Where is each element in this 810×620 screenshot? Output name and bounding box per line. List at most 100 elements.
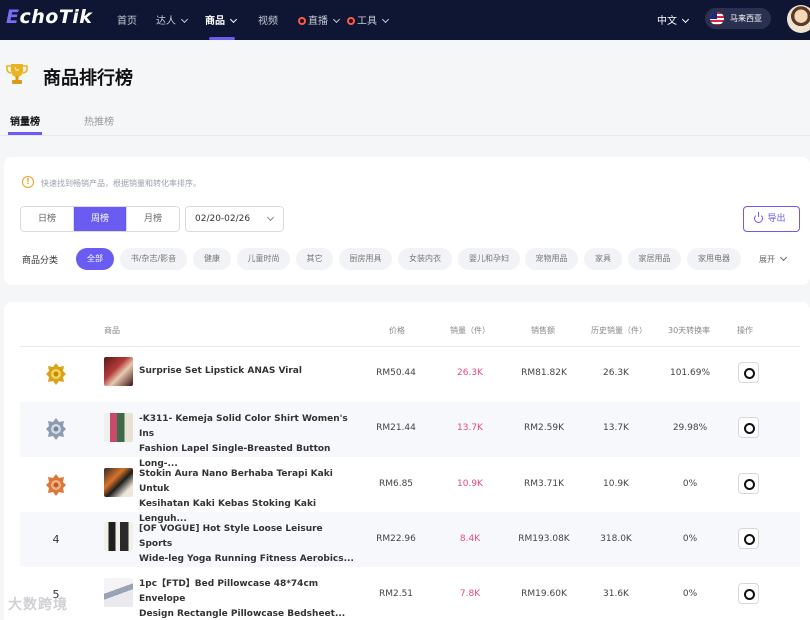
avatar[interactable]: [787, 5, 810, 33]
product-action-button[interactable]: [738, 417, 759, 438]
rank-number: 4: [52, 533, 60, 546]
product-action-button[interactable]: [738, 583, 759, 604]
history-sales-cell: 10.9K: [603, 479, 629, 489]
column-header-actions: 操作: [737, 326, 753, 335]
column-header-history-sales[interactable]: 历史销量（件）: [591, 325, 647, 336]
malaysia-flag-icon: [710, 12, 724, 25]
trophy-icon: [6, 64, 28, 84]
category-chip-furniture[interactable]: 家具: [584, 248, 622, 270]
revenue-cell: RM193.08K: [518, 534, 570, 544]
nav-live[interactable]: 直播: [298, 12, 341, 27]
column-header-conversion[interactable]: 30天转换率: [668, 325, 710, 336]
sales-cell: 7.8K: [459, 589, 481, 599]
sales-cell: 13.7K: [457, 423, 483, 433]
revenue-cell: RM19.60K: [521, 589, 567, 599]
column-header-price: 价格: [389, 326, 405, 335]
product-action-button[interactable]: [738, 362, 759, 383]
chevron-down-icon: [779, 253, 788, 262]
product-thumbnail[interactable]: [104, 578, 133, 607]
filter-tip: 快速找到畅销产品，根据销量和转化率排序。: [41, 179, 201, 188]
revenue-cell: RM2.59K: [524, 423, 564, 433]
period-monthly-button[interactable]: 月榜: [126, 207, 179, 231]
product-thumbnail[interactable]: [104, 357, 133, 386]
price-cell: RM2.51: [378, 589, 414, 599]
price-cell: RM22.96: [376, 534, 416, 544]
category-chip-all[interactable]: 全部: [76, 248, 114, 270]
export-button[interactable]: 导出: [743, 206, 800, 232]
product-name-link[interactable]: -K311- Kemeja Solid Color Shirt Women's …: [139, 412, 355, 472]
category-chip-home[interactable]: 家居用品: [628, 248, 681, 270]
chevron-down-icon: [681, 15, 690, 24]
history-sales-cell: 26.3K: [603, 368, 629, 378]
product-thumbnail[interactable]: [104, 468, 133, 497]
chevron-down-icon: [381, 15, 390, 24]
column-header-sales[interactable]: 销量（件）: [450, 325, 490, 336]
tools-icon: [347, 17, 355, 25]
nav-products[interactable]: 商品: [205, 12, 238, 27]
sales-cell: 26.3K: [457, 368, 483, 378]
conversion-cell: 101.69%: [669, 368, 711, 378]
tabs-divider: [0, 135, 810, 136]
gold-rank-badge-icon: [46, 363, 66, 385]
tab-hot-ranking[interactable]: 热推榜: [84, 113, 114, 128]
info-icon: !: [22, 176, 34, 188]
conversion-cell: 0%: [682, 589, 698, 599]
export-icon: [754, 212, 763, 223]
conversion-cell: 0%: [682, 534, 698, 544]
silver-rank-badge-icon: [46, 418, 66, 440]
product-name-link[interactable]: Stokin Aura Nano Berhaba Terapi Kaki Unt…: [139, 467, 355, 527]
category-chip-health[interactable]: 健康: [193, 248, 231, 270]
category-chip-pet[interactable]: 宠物用品: [525, 248, 578, 270]
product-action-button[interactable]: [738, 473, 759, 494]
bronze-rank-badge-icon: [46, 474, 66, 496]
chevron-down-icon: [332, 15, 341, 24]
revenue-cell: RM3.71K: [524, 479, 564, 489]
column-header-revenue[interactable]: 销售额: [531, 325, 555, 336]
tab-sales-ranking[interactable]: 销量榜: [10, 113, 40, 128]
nav-influencers[interactable]: 达人: [156, 12, 189, 27]
live-icon: [298, 17, 306, 25]
product-thumbnail[interactable]: [104, 413, 133, 442]
conversion-cell: 29.98%: [672, 423, 708, 433]
product-name-link[interactable]: [OF VOGUE] Hot Style Loose Leisure Sport…: [139, 522, 355, 567]
sales-cell: 8.4K: [459, 534, 481, 544]
ranking-table: [4, 302, 810, 620]
chevron-down-icon: [266, 213, 275, 222]
category-chip-appliances[interactable]: 家用电器: [687, 248, 741, 270]
sales-cell: 10.9K: [457, 479, 483, 489]
product-name-link[interactable]: 1pc【FTD】Bed Pillowcase 48*74cm Envelope …: [139, 577, 355, 620]
watermark: 大数跨境: [8, 597, 68, 613]
language-selector[interactable]: 中文: [657, 12, 690, 27]
category-label: 商品分类: [22, 256, 59, 266]
history-sales-cell: 31.6K: [603, 589, 629, 599]
product-action-button[interactable]: [738, 528, 759, 549]
history-sales-cell: 13.7K: [603, 423, 629, 433]
category-chip-baby-maternity[interactable]: 婴儿和孕妇: [458, 248, 520, 270]
period-daily-button[interactable]: 日榜: [21, 207, 73, 231]
category-chip-kitchen[interactable]: 厨房用具: [339, 248, 392, 270]
nav-videos[interactable]: 视频: [258, 12, 278, 27]
nav-tools[interactable]: 工具: [347, 12, 390, 27]
category-chip-other[interactable]: 其它: [296, 248, 333, 270]
category-chip-kids-fashion[interactable]: 儿童时尚: [237, 248, 290, 270]
echotik-logo[interactable]: EchoTik: [6, 6, 92, 32]
page-title: 商品排行榜: [43, 68, 133, 89]
price-cell: RM21.44: [376, 423, 416, 433]
column-header-product: 商品: [104, 326, 120, 335]
expand-categories-button[interactable]: 展开: [759, 253, 788, 265]
nav-home[interactable]: 首页: [117, 12, 137, 27]
date-range-select[interactable]: 02/20-02/26: [185, 206, 284, 232]
conversion-cell: 0%: [682, 479, 698, 489]
history-sales-cell: 318.0K: [600, 534, 632, 544]
period-weekly-button[interactable]: 周榜: [73, 207, 126, 231]
category-chip-books[interactable]: 书/杂志/影音: [120, 248, 187, 270]
category-chip-womenswear[interactable]: 女装内衣: [398, 248, 452, 270]
chevron-down-icon: [229, 15, 238, 24]
price-cell: RM6.85: [378, 479, 414, 489]
region-selector[interactable]: 马来西亚: [705, 8, 771, 29]
header-divider: [20, 346, 800, 347]
price-cell: RM50.44: [376, 368, 416, 378]
product-name-link[interactable]: Surprise Set Lipstick ANAS Viral: [139, 364, 355, 379]
product-thumbnail[interactable]: [104, 522, 133, 551]
period-selector: 日榜 周榜 月榜: [20, 206, 180, 232]
